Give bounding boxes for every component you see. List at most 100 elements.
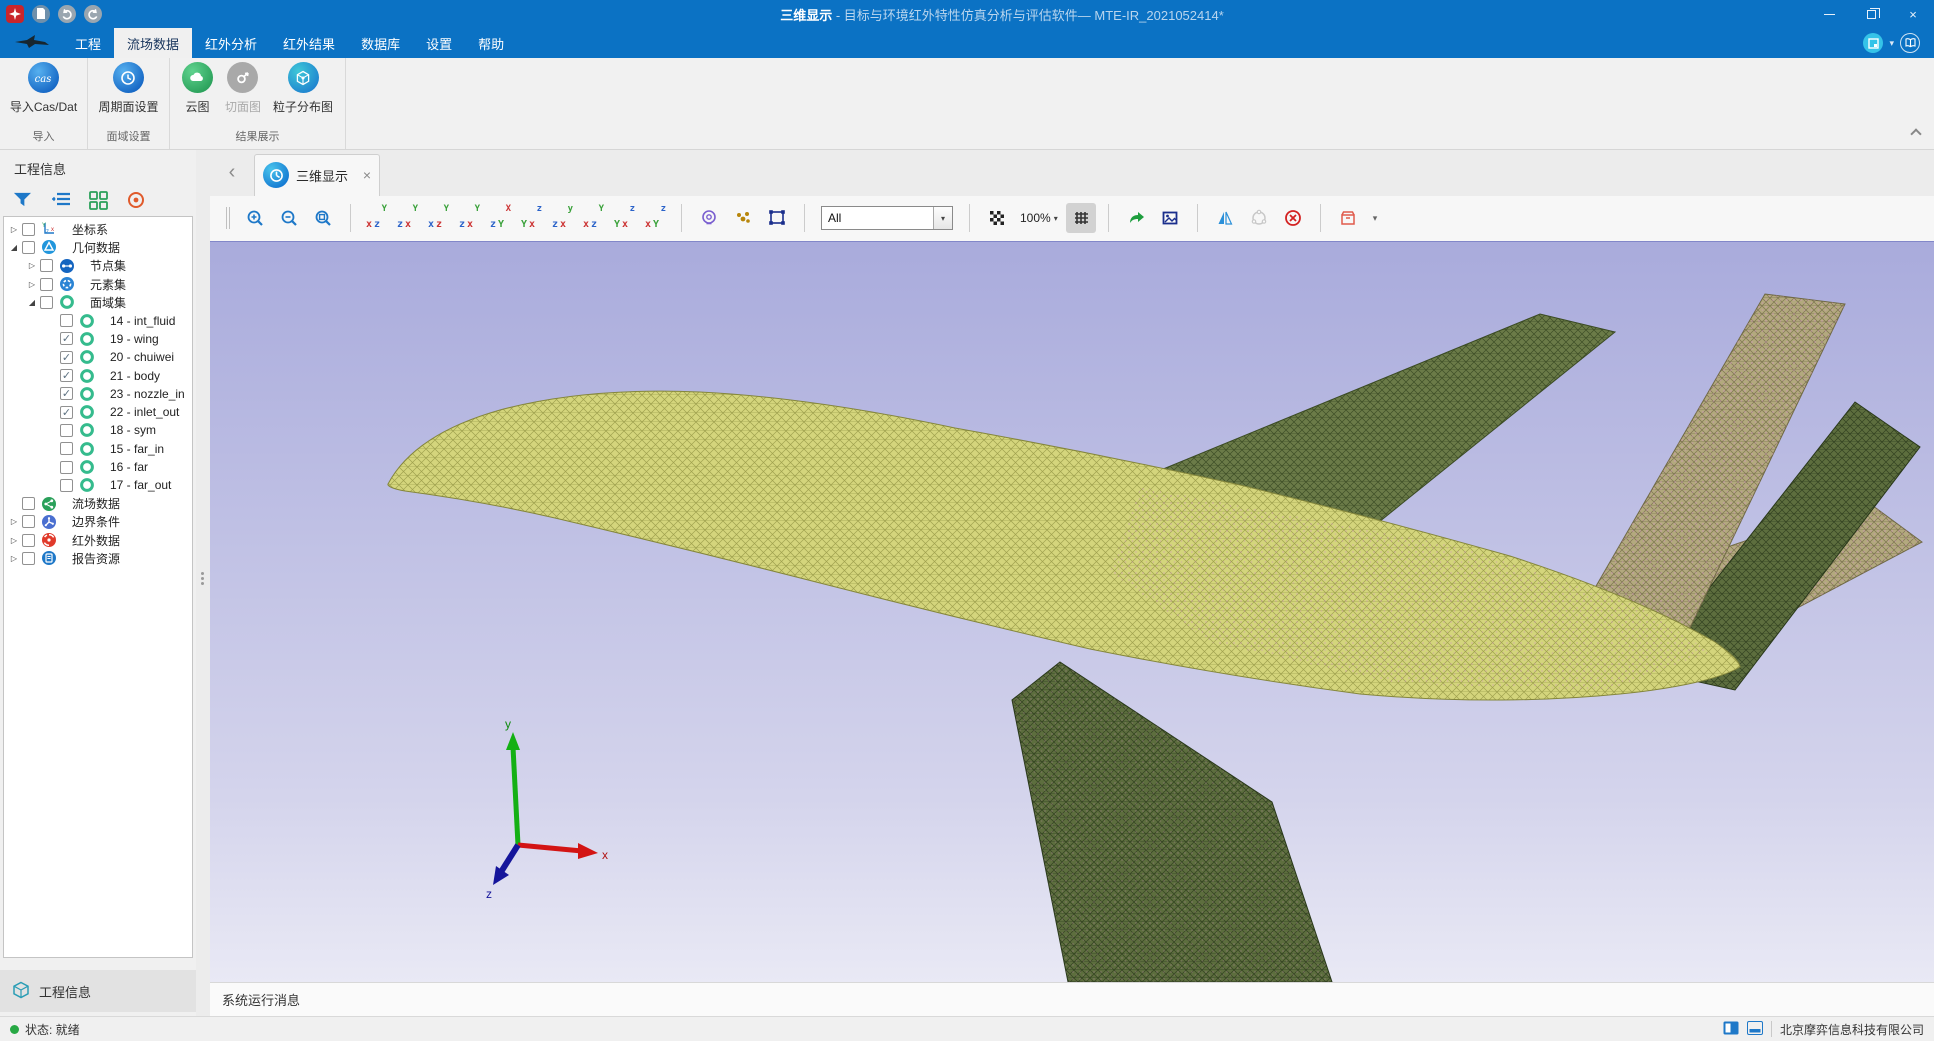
zoom-in-icon[interactable] [240,203,270,233]
view-right-icon[interactable]: Yzx [456,204,483,232]
tree-item-19---wing[interactable]: ✓19 - wing [4,330,192,348]
tree-item-18---sym[interactable]: 18 - sym [4,421,192,439]
ribbon-button-cas[interactable]: cas导入Cas/Dat [5,62,82,115]
tree-item-15---far_in[interactable]: 15 - far_in [4,440,192,458]
panel-bottom-tab[interactable]: 工程信息 [0,970,196,1012]
tree-checkbox[interactable]: ✓ [60,387,73,400]
toolbar-drag-handle[interactable] [226,207,230,229]
view-back-icon[interactable]: Yzx [394,204,421,232]
tree-checkbox[interactable] [60,314,73,327]
maximize-button[interactable] [1850,0,1892,28]
checker-icon[interactable] [982,203,1012,233]
tree-item-14---int_fluid[interactable]: 14 - int_fluid [4,311,192,329]
zoom-caret-icon[interactable]: ▾ [1054,214,1058,223]
zoom-level[interactable]: 100%▾ [1016,211,1062,225]
tree-checkbox[interactable] [40,278,53,291]
menu-item-4[interactable]: 红外结果 [270,28,348,58]
tree-checkbox[interactable] [60,424,73,437]
menu-item-5[interactable]: 数据库 [348,28,413,58]
view-iso-4-icon[interactable]: zxY [642,204,669,232]
combo-dropdown-button[interactable]: ▾ [933,207,952,229]
tree-item-17---far_out[interactable]: 17 - far_out [4,476,192,494]
tree-item-流场数据[interactable]: 流场数据 [4,494,192,512]
tree-checkbox[interactable] [22,515,35,528]
tree-checkbox[interactable] [22,497,35,510]
quick-view-icon[interactable] [1863,33,1883,53]
zoom-out-icon[interactable] [274,203,304,233]
tree-expander-icon[interactable]: ▷ [8,517,20,526]
tree-item-报告资源[interactable]: ▷报告资源 [4,549,192,567]
menu-item-2[interactable]: 流场数据 [114,28,192,58]
quick-view-caret[interactable]: ▾ [1889,38,1894,49]
tree-item-16---far[interactable]: 16 - far [4,458,192,476]
tree-expander-icon[interactable]: ▷ [8,225,20,234]
blocks-icon[interactable] [86,189,110,211]
ribbon-collapse-chevron[interactable] [1912,125,1920,143]
ribbon-button-period-face[interactable]: 周期面设置 [93,62,163,115]
undo-icon[interactable] [58,5,76,23]
tree-item-红外数据[interactable]: ▷红外数据 [4,531,192,549]
mirror-icon[interactable] [1210,203,1240,233]
tree-item-面域集[interactable]: ◢面域集 [4,293,192,311]
tree-checkbox[interactable] [22,223,35,236]
new-doc-icon[interactable] [32,5,50,23]
tree-checkbox[interactable] [22,241,35,254]
menu-item-1[interactable]: 工程 [62,28,114,58]
filter-icon[interactable] [10,189,34,211]
tree-item-边界条件[interactable]: ▷边界条件 [4,513,192,531]
locate-icon[interactable] [124,189,148,211]
particles-icon[interactable] [728,203,758,233]
close-button[interactable]: × [1892,0,1934,28]
help-book-icon[interactable] [1900,33,1920,53]
splitter-handle[interactable] [201,570,204,587]
tree-expander-icon[interactable]: ▷ [8,536,20,545]
panel-splitter[interactable] [196,150,210,1016]
display-filter-combo[interactable]: All▾ [821,206,953,230]
tree-checkbox[interactable] [22,552,35,565]
tree-item-21---body[interactable]: ✓21 - body [4,366,192,384]
view-iso-1-icon[interactable]: yzx [549,204,576,232]
menu-item-7[interactable]: 帮助 [465,28,517,58]
more-actions-caret[interactable]: ▾ [1367,213,1384,224]
tree-expander-icon[interactable]: ◢ [26,298,38,307]
redo-icon[interactable] [84,5,102,23]
view-iso-2-icon[interactable]: Yxz [580,204,607,232]
tree-expander-icon[interactable]: ◢ [8,243,20,252]
view-iso-3-icon[interactable]: zYx [611,204,638,232]
probe-icon[interactable] [694,203,724,233]
tab-close-icon[interactable]: × [363,167,371,183]
menu-item-3[interactable]: 红外分析 [192,28,270,58]
menu-item-6[interactable]: 设置 [413,28,465,58]
tree-checkbox[interactable] [60,442,73,455]
tree-expander-icon[interactable]: ▷ [8,554,20,563]
export-arrow-icon[interactable] [1121,203,1151,233]
tree-item-节点集[interactable]: ▷节点集 [4,257,192,275]
tree-item-元素集[interactable]: ▷元素集 [4,275,192,293]
tree-item-20---chuiwei[interactable]: ✓20 - chuiwei [4,348,192,366]
tree-expander-icon[interactable]: ▷ [26,280,38,289]
tab-3d-display[interactable]: 三维显示 × [254,154,380,196]
layout-toggle-icon-2[interactable] [1747,1021,1763,1038]
delete-icon[interactable] [1278,203,1308,233]
view-bottom-icon[interactable]: zYx [518,204,545,232]
tree-item-23---nozzle_in[interactable]: ✓23 - nozzle_in [4,385,192,403]
mesh-grid-icon[interactable] [1066,203,1096,233]
tab-scroll-left-button[interactable]: ‹ [210,150,254,196]
tree-checkbox[interactable] [60,461,73,474]
tree-item-坐标系[interactable]: ▷Yzx坐标系 [4,220,192,238]
tree-checkbox[interactable] [22,534,35,547]
tree-item-几何数据[interactable]: ◢几何数据 [4,238,192,256]
ribbon-button-cloud-map[interactable]: 云图 [177,62,218,115]
zoom-fit-icon[interactable] [308,203,338,233]
view-left-icon[interactable]: Yxz [425,204,452,232]
view-top-icon[interactable]: XzY [487,204,514,232]
layout-toggle-icon-1[interactable] [1723,1021,1739,1038]
tree-item-22---inlet_out[interactable]: ✓22 - inlet_out [4,403,192,421]
minimize-button[interactable] [1808,0,1850,28]
tree-checkbox[interactable]: ✓ [60,332,73,345]
tree-checkbox[interactable] [40,259,53,272]
tree-checkbox[interactable] [40,296,53,309]
outline-list-icon[interactable] [48,189,72,211]
snapshot-icon[interactable] [1155,203,1185,233]
view-front-icon[interactable]: Yxz [363,204,390,232]
